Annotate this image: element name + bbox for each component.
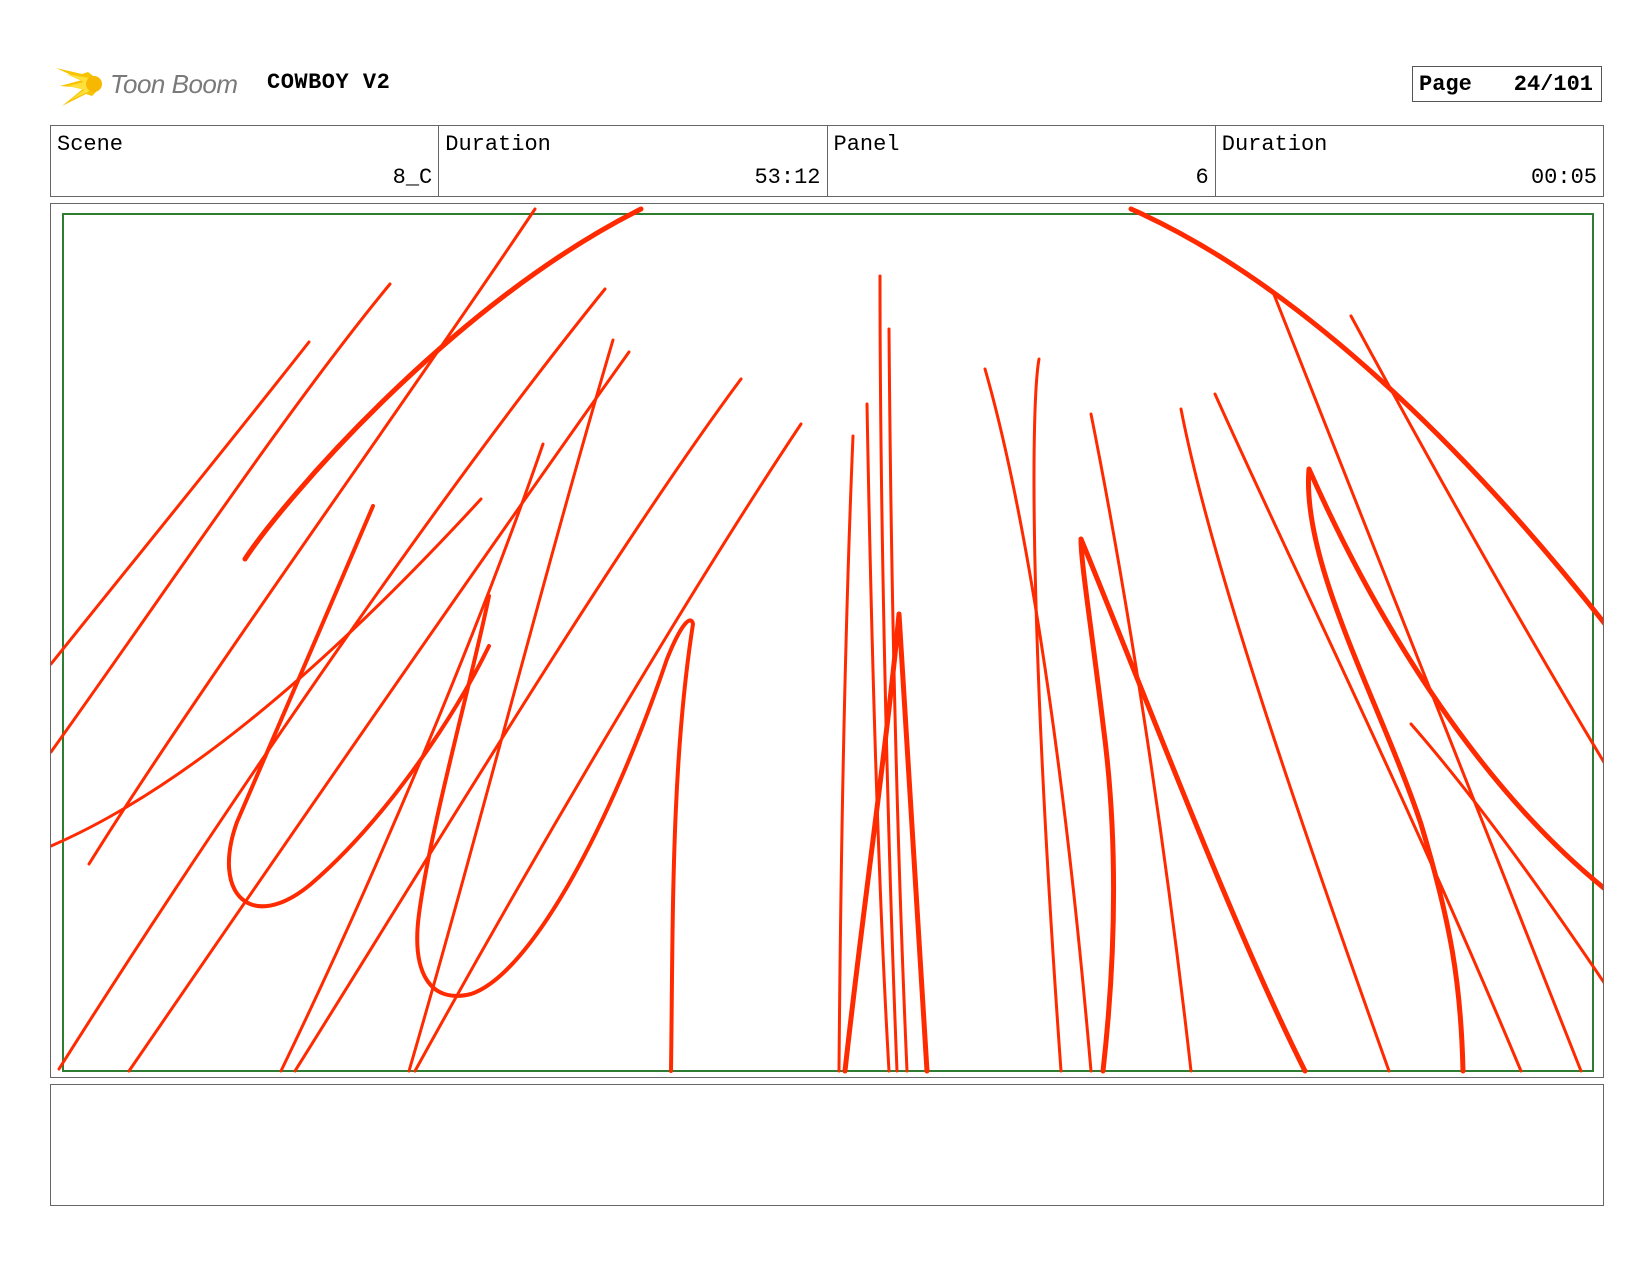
scene-duration-cell: Duration 53:12	[439, 126, 828, 196]
page-label: Page	[1419, 71, 1472, 97]
panel-value: 6	[1195, 165, 1209, 190]
scene-value: 8_C	[392, 165, 433, 190]
safe-frame	[62, 213, 1594, 1072]
scene-label: Scene	[57, 132, 124, 157]
panel-duration-cell: Duration 00:05	[1216, 126, 1603, 196]
page-indicator: Page 24/101	[1412, 66, 1602, 102]
toon-boom-logo: Toon Boom	[52, 56, 252, 112]
panel-duration-value: 00:05	[1530, 165, 1597, 190]
scene-duration-label: Duration	[445, 132, 551, 157]
page-number: 24/101	[1513, 71, 1593, 97]
panel-label: Panel	[833, 132, 900, 157]
panel-drawing	[51, 206, 1603, 1074]
scene-duration-value: 53:12	[754, 165, 821, 190]
starburst-icon	[56, 68, 102, 106]
panel-cell: Panel 6	[828, 126, 1216, 196]
panel-notes-box	[50, 1084, 1604, 1206]
scene-cell: Scene 8_C	[51, 126, 440, 196]
panel-info-table: Scene 8_C Duration 53:12 Panel 6 Duratio…	[50, 125, 1604, 197]
panel-duration-label: Duration	[1221, 132, 1328, 157]
logo-text: Toon Boom	[110, 68, 238, 99]
project-title: COWBOY V2	[267, 70, 391, 95]
red-line-strokes	[51, 206, 1603, 1074]
panel-image-frame	[50, 203, 1604, 1078]
